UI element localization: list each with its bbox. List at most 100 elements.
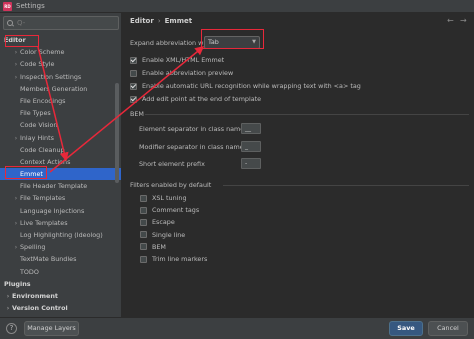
manage-layers-button[interactable]: Manage Layers	[24, 321, 79, 336]
sidebar-item-environment[interactable]: › Environment	[0, 290, 121, 302]
back-arrow-icon[interactable]: ←	[447, 16, 454, 25]
option-checkbox[interactable]	[130, 56, 137, 64]
annotation-box-tab	[201, 29, 264, 49]
sidebar-item-inspection-settings[interactable]: › Inspection Settings	[0, 71, 121, 83]
option-row[interactable]: Enable automatic URL recognition while w…	[130, 81, 361, 91]
sidebar-item-label: File Templates	[20, 194, 66, 203]
sidebar-item-label: Inlay Hints	[20, 133, 54, 142]
filter-checkbox[interactable]	[140, 206, 147, 214]
sidebar-scrollbar[interactable]	[115, 83, 119, 183]
sidebar-item-label: Plugins	[4, 279, 31, 288]
sidebar-item-label: Version Control	[12, 304, 68, 313]
bem-field-input[interactable]: __	[241, 123, 261, 134]
filters-section-title: Filters enabled by default	[130, 181, 212, 189]
sidebar-item-file-header-template[interactable]: File Header Template	[0, 180, 121, 192]
filter-checkbox[interactable]	[140, 231, 147, 239]
annotation-box-editor	[5, 35, 39, 47]
expand-abbreviation-label: Expand abbreviation with	[130, 39, 212, 47]
help-icon[interactable]: ?	[6, 323, 17, 334]
filter-label: Trim line markers	[152, 255, 208, 263]
sidebar-item-label: File Types	[20, 109, 51, 118]
sidebar-item-label: Code Vision	[20, 121, 58, 130]
filter-label: XSL tuning	[152, 194, 187, 202]
settings-sidebar: Editor›Color Scheme›Code Style›Inspectio…	[0, 13, 122, 317]
filter-checkbox[interactable]	[140, 194, 147, 202]
search-icon	[7, 19, 14, 27]
sidebar-item-file-templates[interactable]: › File Templates	[0, 192, 121, 204]
option-row[interactable]: Enable abbreviation preview	[130, 68, 233, 78]
option-checkbox[interactable]	[130, 95, 137, 103]
sidebar-item-log-highlighting-ideolog[interactable]: Log Highlighting (Ideolog)	[0, 229, 121, 241]
option-label: Add edit point at the end of template	[142, 95, 262, 103]
sidebar-item-label: Spelling	[20, 243, 46, 252]
sidebar-item-label: Code Style	[20, 60, 55, 69]
sidebar-item-code-style[interactable]: › Code Style	[0, 58, 121, 70]
bem-section-title: BEM	[130, 110, 144, 118]
filter-row[interactable]: BEM	[140, 242, 166, 252]
sidebar-item-label: Inspection Settings	[20, 72, 82, 81]
bem-divider	[145, 114, 469, 115]
bem-field-label: Element separator in class names:	[139, 125, 250, 133]
sidebar-item-code-vision[interactable]: Code Vision	[0, 119, 121, 131]
option-row[interactable]: Add edit point at the end of template	[130, 94, 261, 104]
filter-label: Comment tags	[152, 206, 200, 215]
filter-checkbox[interactable]	[140, 243, 147, 251]
breadcrumb-parent[interactable]: Editor	[130, 17, 154, 25]
option-row[interactable]: Enable XML/HTML Emmet	[130, 55, 224, 65]
breadcrumb: Editor › Emmet	[130, 17, 192, 25]
sidebar-item-spelling[interactable]: › Spelling	[0, 241, 121, 253]
sidebar-item-members-generation[interactable]: Members Generation	[0, 83, 121, 95]
option-label: Enable abbreviation preview	[142, 69, 234, 77]
sidebar-item-color-scheme[interactable]: › Color Scheme	[0, 46, 121, 58]
option-label: Enable automatic URL recognition while w…	[142, 82, 361, 90]
sidebar-item-label: Color Scheme	[20, 48, 65, 57]
save-button[interactable]: Save	[389, 321, 423, 336]
filter-row[interactable]: Comment tags	[140, 205, 199, 215]
breadcrumb-separator: ›	[157, 17, 161, 25]
bem-field-label: Short element prefix	[139, 160, 205, 168]
settings-main-panel: Editor › Emmet ← → Expand abbreviation wit…	[123, 13, 474, 317]
sidebar-item-file-encodings[interactable]: File Encodings	[0, 95, 121, 107]
filters-divider	[223, 185, 469, 186]
sidebar-item-label: File Header Template	[20, 182, 88, 191]
sidebar-item-plugins[interactable]: Plugins	[0, 278, 121, 290]
sidebar-item-language-injections[interactable]: Language Injections	[0, 205, 121, 217]
filter-row[interactable]: Trim line markers	[140, 254, 207, 264]
sidebar-item-label: Live Templates	[20, 218, 68, 227]
bem-field-input[interactable]: _	[241, 141, 261, 152]
filter-label: Single line	[152, 230, 186, 239]
sidebar-item-label: File Encodings	[20, 96, 66, 105]
option-checkbox[interactable]	[130, 82, 137, 90]
sidebar-item-version-control[interactable]: › Version Control	[0, 302, 121, 314]
settings-search[interactable]	[3, 16, 119, 30]
forward-arrow-icon[interactable]: →	[460, 16, 467, 25]
sidebar-item-label: TODO	[20, 267, 39, 276]
sidebar-item-label: Environment	[12, 291, 58, 300]
search-input[interactable]	[17, 19, 117, 27]
filter-row[interactable]: Single line	[140, 230, 185, 240]
filter-row[interactable]: Escape	[140, 217, 175, 227]
filter-label: Escape	[152, 218, 175, 227]
sidebar-item-label: TextMate Bundles	[20, 255, 77, 264]
breadcrumb-current: Emmet	[164, 17, 193, 25]
sidebar-item-file-types[interactable]: File Types	[0, 107, 121, 119]
sidebar-item-textmate-bundles[interactable]: TextMate Bundles	[0, 253, 121, 265]
sidebar-item-inlay-hints[interactable]: › Inlay Hints	[0, 132, 121, 144]
option-checkbox[interactable]	[130, 69, 137, 77]
sidebar-item-code-cleanup[interactable]: Code Cleanup	[0, 144, 121, 156]
cancel-button[interactable]: Cancel	[428, 321, 468, 336]
dialog-footer: ? Manage Layers Save Cancel	[0, 317, 474, 339]
window-title: Settings	[16, 2, 45, 10]
sidebar-item-label: Language Injections	[20, 206, 85, 215]
filter-row[interactable]: XSL tuning	[140, 193, 187, 203]
bem-field-label: Modifier separator in class names:	[139, 143, 250, 151]
filter-checkbox[interactable]	[140, 255, 147, 263]
app-icon: RD	[3, 1, 12, 11]
filter-checkbox[interactable]	[140, 218, 147, 226]
sidebar-item-label: Code Cleanup	[20, 145, 65, 154]
sidebar-item-label: Context Actions	[20, 157, 71, 166]
title-bar: RD Settings	[0, 0, 474, 13]
sidebar-item-live-templates[interactable]: › Live Templates	[0, 217, 121, 229]
sidebar-item-todo[interactable]: TODO	[0, 266, 121, 278]
bem-field-input[interactable]: -	[241, 158, 261, 169]
